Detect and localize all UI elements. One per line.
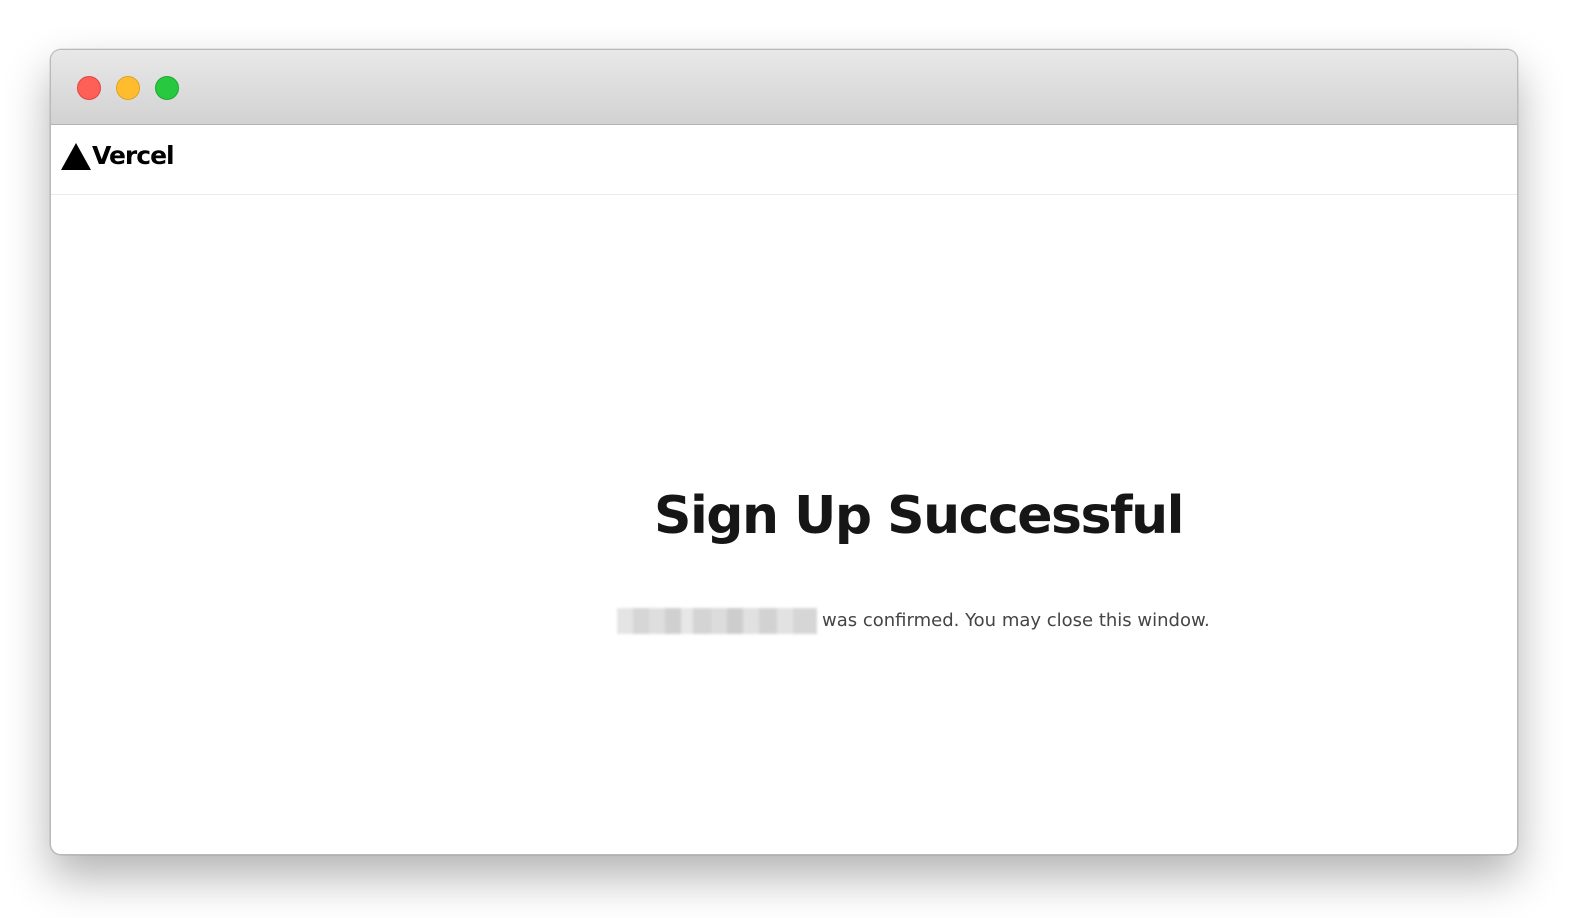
minimize-window-button[interactable] (116, 76, 140, 100)
main-content: Sign Up Successful was confirmed. You ma… (51, 195, 1517, 854)
desktop-background: Vercel Sign Up Successful was confirmed.… (0, 0, 1591, 918)
window-titlebar[interactable] (51, 50, 1517, 125)
triangle-logo-icon (61, 142, 91, 170)
vercel-logo-link[interactable]: Vercel (61, 141, 175, 171)
maximize-window-button[interactable] (155, 76, 179, 100)
confirmation-message: was confirmed. You may close this window… (617, 608, 1210, 634)
redacted-email (617, 608, 817, 634)
browser-window: Vercel Sign Up Successful was confirmed.… (50, 49, 1518, 855)
confirmation-text: was confirmed. You may close this window… (822, 610, 1210, 631)
brand-name: Vercel (92, 141, 175, 170)
page-title: Sign Up Successful (654, 486, 1184, 546)
site-header: Vercel (51, 125, 1517, 195)
close-window-button[interactable] (77, 76, 101, 100)
